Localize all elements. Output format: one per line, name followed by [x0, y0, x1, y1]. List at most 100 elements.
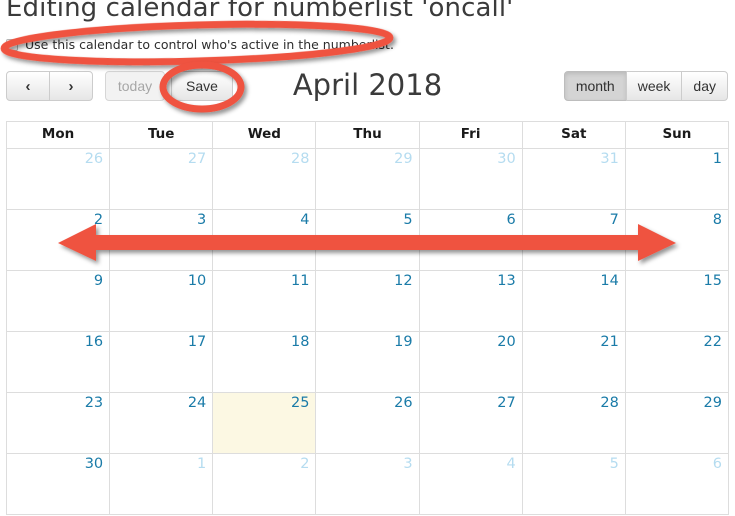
calendar-day-number: 4 [506, 456, 516, 472]
save-button[interactable]: Save [171, 71, 233, 101]
calendar-day-number: 20 [497, 334, 516, 350]
calendar-day-number: 10 [187, 273, 207, 289]
month-calendar: Mon Tue Wed Thu Fri Sat Sun 26 27 28 29 30 31 1 2 3 4 5 6… [6, 121, 729, 515]
calendar-day-cell[interactable]: 19 [315, 332, 418, 392]
calendar-day-cell[interactable]: 6 [418, 210, 522, 270]
calendar-week-rows: 26 27 28 29 30 31 1 2 3 4 5 6 7 8 9 10 11 12 13 14 15 16 17 18 1… [7, 149, 728, 515]
calendar-day-cell[interactable]: 30 [418, 149, 522, 209]
calendar-day-header: Fri [418, 122, 522, 148]
control-calendar-checkbox-row[interactable]: Use this calendar to control who's activ… [6, 37, 394, 52]
view-month-button[interactable]: month [563, 71, 627, 101]
calendar-day-number: 8 [712, 212, 722, 228]
prev-month-button[interactable]: ‹ [6, 71, 50, 101]
calendar-day-cell[interactable]: 28 [212, 149, 315, 209]
calendar-day-cell[interactable]: 20 [418, 332, 522, 392]
calendar-day-number: 28 [600, 395, 619, 411]
calendar-day-cell[interactable]: 12 [315, 271, 418, 331]
calendar-day-number: 13 [497, 273, 516, 289]
calendar-day-cell[interactable]: 23 [7, 393, 109, 453]
calendar-day-cell[interactable]: 24 [109, 393, 212, 453]
calendar-week-row: 2 3 4 5 6 7 8 [7, 210, 728, 271]
calendar-day-cell[interactable]: 27 [109, 149, 212, 209]
calendar-day-number: 1 [197, 456, 207, 472]
calendar-day-cell[interactable]: 15 [624, 271, 728, 331]
calendar-day-cell[interactable]: 3 [109, 210, 212, 270]
calendar-day-cell[interactable]: 4 [212, 210, 315, 270]
calendar-day-number: 5 [609, 456, 619, 472]
calendar-day-header-row: Mon Tue Wed Thu Fri Sat Sun [7, 122, 728, 149]
calendar-day-number: 21 [600, 334, 619, 350]
calendar-day-cell-highlighted[interactable]: 25 [212, 393, 316, 453]
calendar-day-number: 16 [84, 334, 104, 350]
calendar-day-number: 24 [187, 395, 207, 411]
calendar-day-cell[interactable]: 14 [521, 271, 625, 331]
view-day-button[interactable]: day [681, 71, 728, 101]
calendar-day-cell[interactable]: 22 [624, 332, 728, 392]
calendar-day-number: 12 [394, 273, 413, 289]
calendar-day-cell[interactable]: 5 [521, 454, 625, 514]
calendar-day-cell[interactable]: 28 [521, 393, 625, 453]
calendar-day-cell[interactable]: 17 [109, 332, 212, 392]
calendar-toolbar: April 2018 ‹ › today Save month week day [0, 63, 735, 111]
calendar-day-number: 6 [712, 456, 722, 472]
calendar-day-cell[interactable]: 1 [624, 149, 728, 209]
calendar-day-cell[interactable]: 26 [7, 149, 109, 209]
calendar-day-cell[interactable]: 16 [7, 332, 109, 392]
view-week-button[interactable]: week [625, 71, 683, 101]
calendar-day-number: 9 [93, 273, 104, 289]
calendar-day-number: 3 [403, 456, 413, 472]
calendar-day-number: 2 [300, 456, 310, 472]
calendar-day-cell[interactable]: 31 [521, 149, 625, 209]
calendar-day-header: Wed [212, 122, 315, 148]
calendar-day-number: 28 [290, 151, 310, 167]
calendar-day-cell[interactable]: 5 [315, 210, 418, 270]
calendar-day-number: 17 [187, 334, 207, 350]
calendar-day-cell[interactable]: 7 [521, 210, 625, 270]
calendar-day-cell[interactable]: 21 [521, 332, 625, 392]
calendar-day-cell[interactable]: 2 [7, 210, 109, 270]
calendar-week-row: 30 1 2 3 4 5 6 [7, 454, 728, 515]
calendar-day-cell[interactable]: 13 [418, 271, 522, 331]
calendar-day-number: 27 [497, 395, 516, 411]
calendar-day-number: 29 [703, 395, 722, 411]
calendar-day-number: 25 [290, 395, 310, 411]
next-month-button[interactable]: › [49, 71, 93, 101]
calendar-day-number: 29 [394, 151, 413, 167]
calendar-week-row: 9 10 11 12 13 14 15 [7, 271, 728, 332]
calendar-day-number: 27 [187, 151, 207, 167]
calendar-day-cell[interactable]: 11 [212, 271, 315, 331]
calendar-day-header: Mon [41, 126, 75, 142]
calendar-day-cell[interactable]: 27 [418, 393, 522, 453]
calendar-day-cell[interactable]: 6 [624, 454, 728, 514]
calendar-day-number: 4 [300, 212, 310, 228]
calendar-day-number: 7 [609, 212, 619, 228]
calendar-day-cell[interactable]: 10 [109, 271, 212, 331]
today-button[interactable]: today [105, 71, 165, 101]
calendar-day-number: 19 [394, 334, 413, 350]
use-calendar-checkbox-label[interactable]: Use this calendar to control who's activ… [25, 37, 394, 52]
use-calendar-checkbox[interactable] [6, 38, 18, 51]
calendar-week-row: 16 17 18 19 20 21 22 [7, 332, 728, 393]
calendar-day-cell[interactable]: 8 [624, 210, 728, 270]
calendar-day-number: 31 [600, 151, 619, 167]
calendar-day-cell[interactable]: 26 [315, 393, 418, 453]
calendar-week-row: 26 27 28 29 30 31 1 [7, 149, 728, 210]
calendar-day-number: 14 [600, 273, 619, 289]
calendar-day-number: 3 [197, 212, 207, 228]
calendar-day-cell[interactable]: 9 [7, 271, 109, 331]
calendar-day-header: Tue [109, 122, 212, 148]
calendar-day-number: 30 [497, 151, 516, 167]
calendar-day-header: Thu [315, 122, 418, 148]
calendar-day-cell[interactable]: 3 [315, 454, 418, 514]
calendar-week-row: 23 24 25 26 27 28 29 [7, 393, 728, 454]
calendar-day-cell[interactable]: 18 [212, 332, 315, 392]
calendar-day-number: 22 [703, 334, 722, 350]
calendar-day-number: 5 [403, 212, 413, 228]
calendar-day-cell[interactable]: 30 [7, 454, 109, 514]
calendar-day-cell[interactable]: 4 [418, 454, 522, 514]
calendar-day-cell[interactable]: 29 [315, 149, 418, 209]
calendar-day-number: 26 [84, 151, 104, 167]
calendar-day-cell[interactable]: 1 [109, 454, 212, 514]
calendar-day-cell[interactable]: 2 [212, 454, 315, 514]
calendar-day-cell[interactable]: 29 [624, 393, 728, 453]
